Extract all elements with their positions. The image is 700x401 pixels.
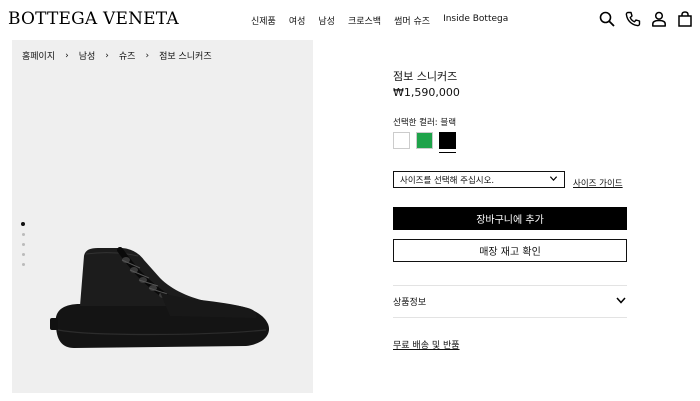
color-swatches	[393, 132, 456, 153]
size-select[interactable]: 사이즈를 선택해 주십시오.	[393, 171, 565, 188]
main-nav: 신제품 여성 남성 크로스백 썸머 슈즈 Inside Bottega	[251, 14, 521, 27]
search-icon[interactable]	[599, 11, 615, 27]
brand-logo[interactable]: BOTTEGA VENETA	[8, 9, 179, 29]
chevron-right-icon: ›	[105, 50, 109, 61]
chevron-right-icon: ›	[65, 50, 69, 61]
breadcrumb-current: 점보 스니커즈	[159, 52, 212, 62]
divider	[393, 317, 627, 318]
chevron-down-icon	[549, 174, 558, 186]
gallery-dot[interactable]	[21, 263, 25, 266]
nav-item-men[interactable]: 남성	[318, 14, 335, 27]
breadcrumb: 홈페이지 › 남성 › 슈즈 › 점보 스니커즈	[22, 49, 212, 63]
color-swatch-white[interactable]	[393, 132, 410, 149]
bag-icon[interactable]	[677, 11, 693, 27]
product-info-label: 상품정보	[393, 298, 427, 308]
size-guide-link[interactable]: 사이즈 가이드	[573, 177, 623, 189]
shipping-returns-link[interactable]: 무료 배송 및 반품	[393, 338, 460, 351]
nav-item-crossbody[interactable]: 크로스백	[348, 14, 381, 27]
phone-icon[interactable]	[625, 11, 641, 27]
breadcrumb-men[interactable]: 남성	[79, 49, 96, 62]
breadcrumb-home[interactable]: 홈페이지	[22, 49, 55, 62]
gallery-pagination	[21, 222, 25, 266]
add-to-cart-button[interactable]: 장바구니에 추가	[393, 207, 627, 230]
chevron-down-icon	[615, 294, 627, 309]
color-swatch-green[interactable]	[416, 132, 433, 149]
gallery-dot[interactable]	[21, 243, 25, 246]
gallery-dot[interactable]	[21, 222, 25, 226]
color-swatch-black[interactable]	[439, 132, 456, 153]
account-icon[interactable]	[651, 11, 667, 27]
check-store-stock-button[interactable]: 매장 재고 확인	[393, 239, 627, 262]
breadcrumb-shoes[interactable]: 슈즈	[119, 49, 136, 62]
chevron-right-icon: ›	[145, 50, 150, 61]
size-select-label: 사이즈를 선택해 주십시오.	[400, 175, 495, 186]
gallery-dot[interactable]	[21, 233, 25, 236]
nav-item-summer-shoes[interactable]: 썸머 슈즈	[394, 14, 430, 27]
product-info-accordion[interactable]: 상품정보	[393, 294, 627, 309]
nav-item-new[interactable]: 신제품	[251, 14, 276, 27]
product-price: ₩1,590,000	[393, 86, 460, 99]
header-icons	[599, 11, 693, 27]
gallery-dot[interactable]	[21, 253, 25, 256]
product-title: 점보 스니커즈	[393, 70, 458, 83]
divider	[393, 285, 627, 286]
nav-item-women[interactable]: 여성	[289, 14, 306, 27]
product-gallery: 홈페이지 › 남성 › 슈즈 › 점보 스니커즈	[12, 40, 313, 393]
color-label: 선택한 컬러: 블랙	[393, 118, 457, 128]
nav-item-inside-bottega[interactable]: Inside Bottega	[443, 14, 508, 27]
product-image	[50, 247, 270, 348]
